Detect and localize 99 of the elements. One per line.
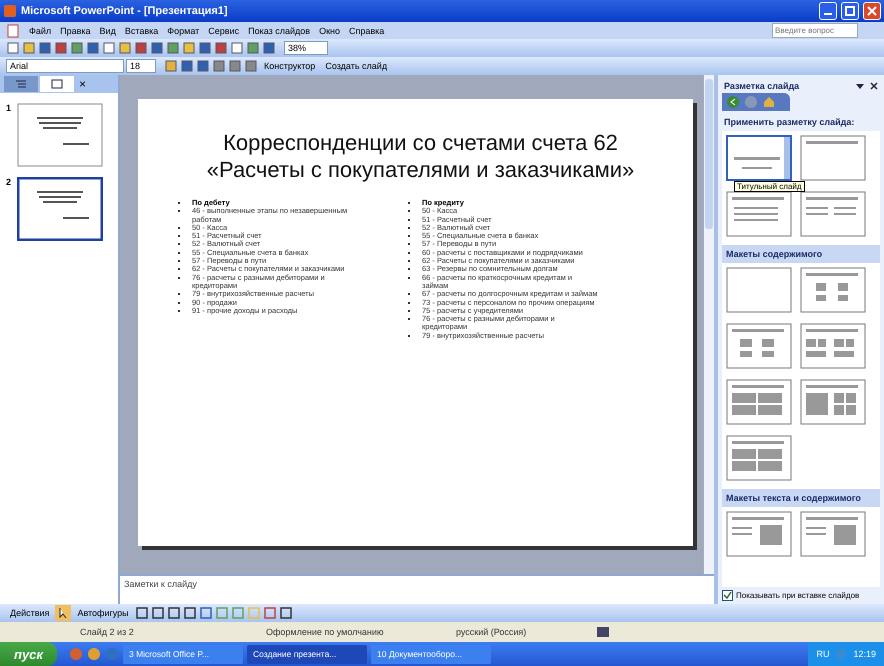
layout-option[interactable] xyxy=(726,435,792,481)
drawing-tool-icon[interactable] xyxy=(278,606,293,620)
layout-option[interactable] xyxy=(726,379,792,425)
drawing-tool-icon[interactable] xyxy=(182,606,197,620)
close-icon[interactable] xyxy=(870,82,878,90)
toolbar-button[interactable]: Создать слайд xyxy=(321,60,392,72)
back-icon[interactable] xyxy=(726,95,740,109)
toolbar-icon[interactable] xyxy=(70,41,84,55)
taskbar-button[interactable]: Создание презента... xyxy=(247,644,367,664)
layout-option[interactable] xyxy=(726,267,792,313)
help-search-field[interactable]: Введите вопрос xyxy=(772,23,858,38)
scrollbar[interactable] xyxy=(703,75,714,574)
pane-tab[interactable] xyxy=(40,76,74,92)
task-pane-title: Разметка слайда xyxy=(724,81,800,91)
toolbar-icon[interactable] xyxy=(118,41,132,55)
toolbar-icon[interactable] xyxy=(262,41,276,55)
slide-title: Корреспонденции со счетами счета 62 xyxy=(222,129,619,156)
toolbar-icon[interactable] xyxy=(230,41,244,55)
quick-launch-icon[interactable] xyxy=(87,647,101,661)
status-text: русский (Россия) xyxy=(456,627,528,637)
close-button[interactable] xyxy=(863,2,881,20)
toolbar-icon[interactable] xyxy=(22,41,36,55)
minimize-button[interactable] xyxy=(819,2,837,20)
window-title: Microsoft PowerPoint - [Презентация1] xyxy=(21,5,228,17)
menu-item[interactable]: Формат xyxy=(167,26,200,36)
toolbar-icon[interactable] xyxy=(38,41,52,55)
tooltip: Титульный слайд xyxy=(734,181,805,192)
zoom-field[interactable]: 38% xyxy=(284,41,328,55)
taskbar-button[interactable]: 10 Документооборо... xyxy=(371,644,491,664)
toolbar-icon[interactable] xyxy=(182,41,196,55)
toolbar-icon[interactable] xyxy=(102,41,116,55)
layout-option[interactable] xyxy=(800,511,866,557)
toolbar-icon[interactable] xyxy=(196,59,210,73)
toolbar-icon[interactable] xyxy=(164,59,178,73)
toolbar-icon[interactable] xyxy=(166,41,180,55)
menu-item[interactable]: Правка xyxy=(60,26,91,36)
toolbar-icon[interactable] xyxy=(180,59,194,73)
slide-number: 2 xyxy=(6,177,12,187)
drawing-tool-icon[interactable] xyxy=(198,606,213,620)
toolbar-icon[interactable] xyxy=(246,41,260,55)
layout-option[interactable] xyxy=(726,511,792,557)
drawing-tool-icon[interactable] xyxy=(166,606,181,620)
layout-option[interactable] xyxy=(726,191,792,237)
toolbar-icon[interactable] xyxy=(86,41,100,55)
slide-thumbnail[interactable] xyxy=(17,103,104,167)
menu-item[interactable]: Окно xyxy=(319,26,340,36)
font-field[interactable]: Arial xyxy=(6,59,124,73)
toolbar-icon[interactable] xyxy=(150,41,164,55)
toolbar-icon[interactable] xyxy=(54,41,68,55)
pane-close-button[interactable]: × xyxy=(76,77,90,91)
font-size-field[interactable]: 18 xyxy=(126,59,156,73)
section-heading: Макеты текста и содержимого xyxy=(722,489,880,507)
toolbar-icon[interactable] xyxy=(134,41,148,55)
toolbar-icon[interactable] xyxy=(244,59,258,73)
apply-label: Применить разметку слайда: xyxy=(723,116,856,129)
dropdown-icon[interactable] xyxy=(856,82,864,90)
menu-item[interactable]: Сервис xyxy=(208,26,240,36)
toolbar-button[interactable]: Конструктор xyxy=(260,60,320,72)
close-icon xyxy=(867,6,877,16)
section-heading: Макеты содержимого xyxy=(722,245,880,263)
outline-icon xyxy=(15,79,27,89)
taskbar-button[interactable]: 3 Microsoft Office P... xyxy=(123,644,243,664)
menu-item[interactable]: Справка xyxy=(349,26,384,36)
menu-item[interactable]: Показ слайдов xyxy=(248,26,310,36)
toolbar-icon[interactable] xyxy=(6,41,20,55)
toolbar-icon[interactable] xyxy=(212,59,226,73)
layout-option[interactable] xyxy=(800,379,866,425)
toolbar-button[interactable]: Автофигуры xyxy=(73,607,133,619)
clock: 12:19 xyxy=(853,649,876,659)
layout-option[interactable] xyxy=(800,267,866,313)
menu-item[interactable]: Вставка xyxy=(124,26,158,36)
toolbar-icon[interactable] xyxy=(198,41,212,55)
maximize-icon xyxy=(845,6,855,16)
document-icon xyxy=(6,24,20,38)
toolbar-icon[interactable] xyxy=(228,59,242,73)
slide-icon xyxy=(51,79,63,89)
maximize-button[interactable] xyxy=(841,2,859,20)
checkbox-label: Показывать при вставке слайдов xyxy=(736,591,860,600)
slide-thumbnail[interactable] xyxy=(17,177,104,241)
toolbar-button[interactable]: Действия xyxy=(6,607,54,619)
drawing-tool-icon[interactable] xyxy=(134,606,149,620)
start-button[interactable]: пуск xyxy=(0,642,57,666)
checkbox[interactable] xyxy=(722,590,733,601)
status-text: Слайд 2 из 2 xyxy=(80,627,135,637)
pointer-icon[interactable] xyxy=(55,605,72,621)
minimize-icon xyxy=(824,13,832,15)
menu-item[interactable]: Файл xyxy=(29,26,52,36)
status-text: Оформление по умолчанию xyxy=(266,627,385,637)
toolbar-icon[interactable] xyxy=(214,41,228,55)
layout-option[interactable] xyxy=(800,323,866,369)
slide-title: «Расчеты с покупателями и заказчиками» xyxy=(206,156,636,183)
layout-option[interactable] xyxy=(800,135,866,181)
layout-option[interactable] xyxy=(800,191,866,237)
slide-number: 1 xyxy=(6,103,12,113)
menu-item[interactable]: Вид xyxy=(100,26,116,36)
layout-option[interactable] xyxy=(726,135,792,181)
layout-option[interactable] xyxy=(726,323,792,369)
notes-field[interactable]: Заметки к слайду xyxy=(120,574,714,604)
drawing-tool-icon[interactable] xyxy=(150,606,165,620)
